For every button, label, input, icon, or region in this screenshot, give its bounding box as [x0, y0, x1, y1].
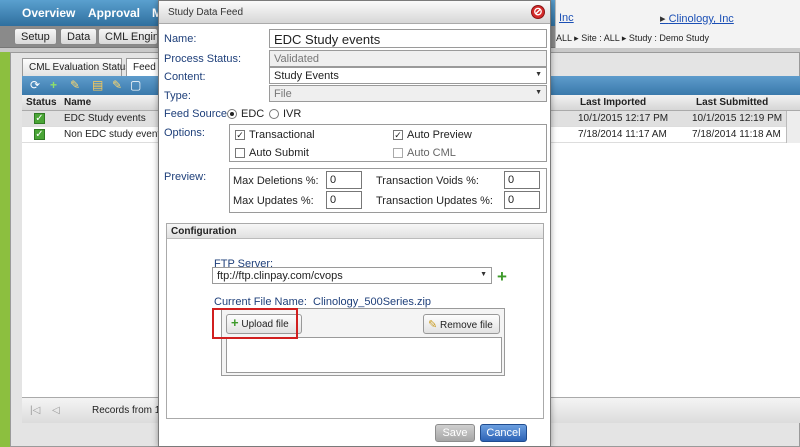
dialog-title: Study Data Feed [168, 7, 244, 18]
row-name: Non EDC study event [64, 129, 161, 140]
preview-label: Preview: [164, 171, 207, 183]
cancel-button[interactable]: Cancel [480, 424, 527, 442]
current-file-label: Current File Name: [214, 296, 307, 308]
feed-source-label: Feed Source: [164, 108, 231, 120]
add-icon[interactable]: + [50, 79, 57, 91]
status-check-icon: ✓ [34, 129, 45, 140]
auto-cml-label: Auto CML [407, 147, 456, 159]
feed-source-ivr-radio[interactable] [269, 109, 279, 119]
nav-cml-engine[interactable]: CML Engin [98, 28, 158, 45]
nav-overview[interactable]: Overview [22, 6, 75, 20]
type-label: Type: [164, 90, 191, 102]
status-check-icon: ✓ [34, 113, 45, 124]
content-select[interactable]: Study Events [269, 67, 547, 84]
row-last-imported: 7/18/2014 11:17 AM [578, 129, 667, 140]
auto-preview-checkbox[interactable]: ✓ [393, 130, 403, 140]
side-panel-handle[interactable] [0, 52, 10, 447]
row-last-imported: 10/1/2015 12:17 PM [578, 113, 669, 124]
transactional-checkbox[interactable]: ✓ [235, 130, 245, 140]
row-last-submitted: 10/1/2015 12:19 PM [692, 113, 783, 124]
name-label: Name: [164, 33, 197, 45]
content-label: Content: [164, 71, 206, 83]
auto-submit-checkbox[interactable] [235, 148, 245, 158]
max-deletions-input[interactable]: 0 [326, 171, 362, 189]
file-list-area[interactable] [226, 337, 502, 373]
auto-preview-label: Auto Preview [407, 129, 472, 141]
options-group: ✓ Transactional ✓ Auto Preview Auto Subm… [229, 124, 547, 162]
remove-file-label: Remove file [440, 320, 493, 331]
col-last-submitted[interactable]: Last Submitted [696, 97, 768, 108]
document-icon[interactable]: ▢ [130, 79, 141, 91]
transaction-voids-input[interactable]: 0 [504, 171, 540, 189]
process-status-field: Validated [269, 50, 547, 67]
auto-submit-label: Auto Submit [249, 147, 309, 159]
edit-icon[interactable]: ✎ [70, 79, 80, 91]
pager-text: Records from 1 t [92, 405, 166, 416]
feed-source-edc-label: EDC [241, 108, 265, 120]
add-ftp-server-icon[interactable]: + [497, 268, 507, 285]
type-select[interactable]: File [269, 85, 547, 102]
upload-highlight-box [212, 308, 298, 339]
ftp-server-select[interactable]: ftp://ftp.clinpay.com/cvops [212, 267, 492, 284]
org-link[interactable]: Inc [559, 12, 574, 24]
dialog-title-bar[interactable]: Study Data Feed ⊘ [159, 1, 550, 24]
nav-data[interactable]: Data [60, 28, 98, 45]
refresh-icon[interactable]: ⟳ [30, 79, 40, 91]
transactional-label: Transactional [249, 129, 315, 141]
context-bar: Inc ▸ Clinology, Inc ALL ▸ Site : ALL ▸ … [555, 0, 800, 48]
options-label: Options: [164, 127, 205, 139]
nav-approval[interactable]: Approval [88, 6, 140, 20]
folder-icon[interactable]: ▤ [92, 79, 103, 91]
grid-scrollbar[interactable] [786, 111, 800, 143]
row-name: EDC Study events [64, 113, 146, 124]
col-status[interactable]: Status [26, 97, 57, 108]
edit-alt-icon[interactable]: ✎ [112, 79, 122, 91]
study-data-feed-dialog: Study Data Feed ⊘ Name: EDC Study events… [158, 0, 551, 447]
name-input[interactable]: EDC Study events [269, 29, 547, 48]
process-status-label: Process Status: [164, 53, 242, 65]
broom-icon: ✎ [428, 319, 438, 331]
first-page-icon[interactable]: |◁ [30, 405, 40, 416]
auto-cml-checkbox[interactable] [393, 148, 403, 158]
col-name[interactable]: Name [64, 97, 91, 108]
col-last-imported[interactable]: Last Imported [580, 97, 646, 108]
save-button[interactable]: Save [435, 424, 475, 442]
feed-source-edc-radio[interactable] [227, 109, 237, 119]
prev-page-icon[interactable]: ◁ [52, 405, 60, 416]
max-deletions-label: Max Deletions %: [233, 175, 319, 187]
max-updates-label: Max Updates %: [233, 195, 314, 207]
current-file-name: Clinology_500Series.zip [313, 296, 432, 308]
sponsor-link-label: Clinology, Inc [668, 13, 734, 25]
configuration-header: Configuration [167, 224, 543, 239]
max-updates-input[interactable]: 0 [326, 191, 362, 209]
remove-file-button[interactable]: ✎ Remove file [423, 314, 500, 334]
link-arrow-icon: ▸ [660, 13, 666, 25]
transaction-updates-label: Transaction Updates %: [376, 195, 493, 207]
tab-cml-evaluation-status[interactable]: CML Evaluation Status [22, 58, 130, 76]
row-last-submitted: 7/18/2014 11:18 AM [692, 129, 781, 140]
preview-group: Max Deletions %: 0 Transaction Voids %: … [229, 168, 547, 213]
transaction-voids-label: Transaction Voids %: [376, 175, 479, 187]
sponsor-link[interactable]: ▸ Clinology, Inc [660, 12, 734, 25]
feed-source-ivr-label: IVR [283, 108, 302, 120]
close-icon[interactable]: ⊘ [531, 5, 545, 19]
transaction-updates-input[interactable]: 0 [504, 191, 540, 209]
context-breadcrumb: ALL ▸ Site : ALL ▸ Study : Demo Study [556, 33, 709, 43]
nav-setup[interactable]: Setup [14, 28, 57, 45]
